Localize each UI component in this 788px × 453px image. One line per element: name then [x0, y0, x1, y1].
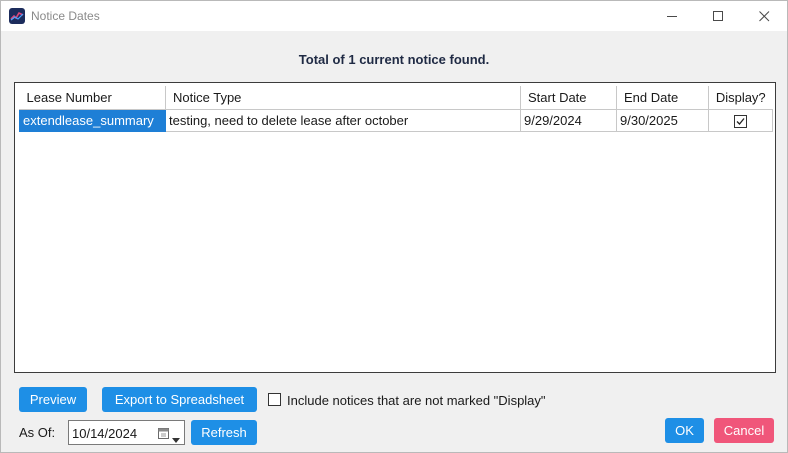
cell-notice-type[interactable]: testing, need to delete lease after octo…: [165, 108, 521, 132]
include-not-displayed-label: Include notices that are not marked "Dis…: [287, 393, 546, 408]
close-icon[interactable]: [741, 1, 787, 31]
column-header-notice-type[interactable]: Notice Type: [165, 86, 521, 110]
export-to-spreadsheet-button[interactable]: Export to Spreadsheet: [102, 387, 257, 412]
window-title: Notice Dates: [31, 9, 100, 23]
notice-count-summary: Total of 1 current notice found.: [298, 52, 490, 67]
table-row[interactable]: extendlease_summary testing, need to del…: [19, 108, 773, 132]
column-header-start-date[interactable]: Start Date: [520, 86, 617, 110]
preview-button[interactable]: Preview: [19, 387, 87, 412]
column-header-display[interactable]: Display?: [708, 86, 773, 110]
notice-dates-window: Notice Dates Total of 1 current notice f…: [0, 0, 788, 453]
as-of-label: As Of:: [19, 425, 56, 440]
refresh-button[interactable]: Refresh: [191, 420, 257, 445]
title-bar: Notice Dates: [1, 1, 787, 31]
include-not-displayed-checkbox[interactable]: [268, 393, 281, 406]
app-logo-icon: [9, 8, 25, 24]
cell-display[interactable]: [708, 108, 773, 132]
chevron-down-icon[interactable]: [172, 431, 180, 443]
column-header-end-date[interactable]: End Date: [616, 86, 709, 110]
cell-lease-number[interactable]: extendlease_summary: [19, 108, 166, 132]
cell-start-date[interactable]: 9/29/2024: [520, 108, 617, 132]
column-header-lease-number[interactable]: Lease Number: [19, 86, 166, 110]
ok-button[interactable]: OK: [665, 418, 704, 443]
as-of-date-value: 10/14/2024: [72, 426, 138, 441]
minimize-icon[interactable]: [649, 1, 695, 31]
cancel-button[interactable]: Cancel: [714, 418, 774, 443]
maximize-icon[interactable]: [695, 1, 741, 31]
table-header-row: Lease Number Notice Type Start Date End …: [19, 86, 773, 110]
cell-end-date[interactable]: 9/30/2025: [616, 108, 709, 132]
notices-table[interactable]: Lease Number Notice Type Start Date End …: [14, 82, 776, 373]
as-of-date-picker[interactable]: 10/14/2024: [68, 420, 185, 445]
display-checkbox[interactable]: [734, 114, 747, 128]
calendar-icon[interactable]: [158, 427, 169, 439]
